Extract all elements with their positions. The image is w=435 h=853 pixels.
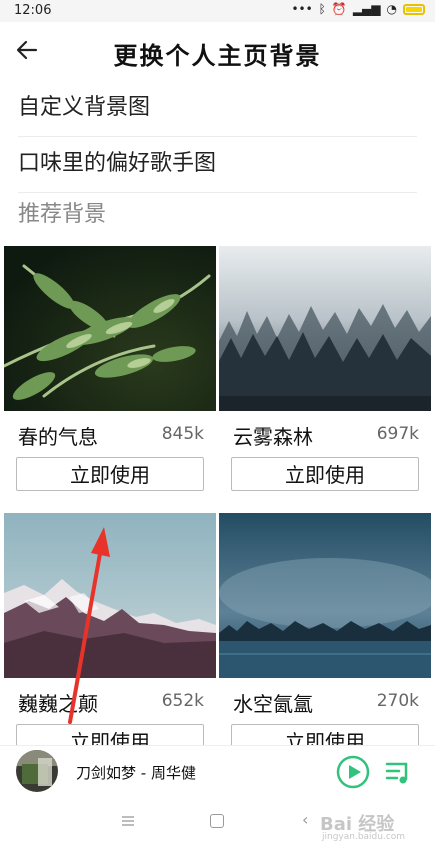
wifi-icon: ◔	[386, 2, 397, 16]
status-bar: 12:06 ••• ᛒ ⏰ ▂▄▆ ◔	[0, 0, 435, 22]
status-icons: ••• ᛒ ⏰ ▂▄▆ ◔	[291, 2, 425, 16]
playlist-icon[interactable]	[384, 758, 414, 786]
use-now-button[interactable]: 立即使用	[16, 457, 204, 491]
header: 更换个人主页背景	[0, 22, 435, 80]
more-dots-icon: •••	[291, 2, 313, 16]
track-title: 刀剑如梦 - 周华健	[76, 764, 196, 782]
menu-item-label: 自定义背景图	[18, 95, 151, 120]
background-name: 云雾森林	[233, 425, 313, 449]
background-name: 巍巍之颠	[18, 692, 98, 716]
background-preview-image[interactable]	[4, 513, 216, 678]
usage-count: 652k	[161, 691, 204, 711]
alarm-icon: ⏰	[331, 2, 347, 16]
background-card: 水空氤氲 270k 立即使用	[219, 513, 431, 758]
use-now-button[interactable]: 立即使用	[231, 457, 419, 491]
play-circle-icon[interactable]	[336, 755, 370, 789]
back-icon[interactable]: ‹	[302, 810, 308, 829]
custom-background-option[interactable]: 自定义背景图	[18, 80, 417, 137]
mini-player[interactable]: 刀剑如梦 - 周华健	[0, 745, 435, 798]
page-title: 更换个人主页背景	[113, 42, 322, 70]
signal-icon: ▂▄▆	[352, 2, 381, 16]
background-name: 春的气息	[18, 425, 98, 449]
background-preview-image[interactable]	[219, 246, 431, 411]
section-title: 推荐背景	[18, 202, 107, 227]
status-time: 12:06	[14, 3, 52, 18]
baidu-watermark: Bai 经验 jingyan.baidu.com	[320, 810, 430, 848]
bluetooth-icon: ᛒ	[318, 2, 326, 16]
album-art[interactable]	[16, 750, 58, 792]
menu-item-label: 口味里的偏好歌手图	[18, 151, 217, 176]
favorite-singer-background-option[interactable]: 口味里的偏好歌手图	[18, 136, 417, 193]
battery-icon	[403, 3, 425, 15]
background-card: 云雾森林 697k 立即使用	[219, 246, 431, 496]
background-card: 春的气息 845k 立即使用	[4, 246, 216, 496]
usage-count: 697k	[376, 424, 419, 444]
background-preview-image[interactable]	[219, 513, 431, 678]
menu-icon[interactable]	[120, 813, 136, 829]
usage-count: 270k	[376, 691, 419, 711]
watermark-subtext: jingyan.baidu.com	[322, 832, 406, 842]
usage-count: 845k	[161, 424, 204, 444]
home-icon[interactable]	[210, 814, 224, 828]
background-preview-image[interactable]	[4, 246, 216, 411]
background-name: 水空氤氲	[233, 692, 313, 716]
background-card: 巍巍之颠 652k 立即使用	[4, 513, 216, 758]
